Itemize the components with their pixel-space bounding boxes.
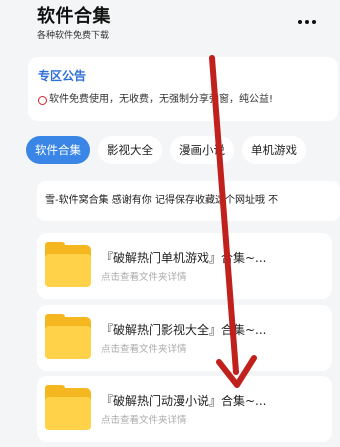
tab-single-player-games[interactable]: 单机游戏 [242, 136, 306, 164]
notice-text-row: 软件免费使用，无收费，无强制分享弹窗，纯公益! [38, 93, 328, 107]
folder-name: 『破解热门影视大全』合集~... [101, 323, 267, 337]
tab-software[interactable]: 软件合集 [26, 136, 90, 164]
marquee-banner: 雪-软件窝合集 感谢有你 记得保存收藏这个网址哦 不 [37, 181, 340, 221]
folder-item[interactable]: 『破解热门动漫小说』合集~... 点击查看文件夹详情 [37, 376, 332, 442]
folder-subtitle: 点击查看文件夹详情 [101, 415, 187, 426]
folder-icon [45, 314, 91, 359]
notice-text: 软件免费使用，无收费，无强制分享弹窗，纯公益! [49, 94, 274, 105]
page: 软件合集 各种软件免费下载 专区公告 软件免费使用，无收费，无强制分享弹窗，纯公… [0, 0, 340, 447]
folder-subtitle: 点击查看文件夹详情 [101, 272, 187, 283]
notice-card: 专区公告 软件免费使用，无收费，无强制分享弹窗，纯公益! [28, 57, 338, 121]
folder-name: 『破解热门单机游戏』合集~... [101, 251, 267, 265]
folder-item[interactable]: 『破解热门单机游戏』合集~... 点击查看文件夹详情 [37, 233, 332, 299]
folder-item[interactable]: 『破解热门影视大全』合集~... 点击查看文件夹详情 [37, 305, 332, 371]
folder-subtitle: 点击查看文件夹详情 [101, 344, 187, 355]
red-circle-icon [38, 95, 47, 105]
page-subtitle: 各种软件免费下载 [37, 31, 110, 41]
folder-name: 『破解热门动漫小说』合集~... [101, 394, 267, 408]
tab-comics-novels[interactable]: 漫画小说 [170, 136, 234, 164]
notice-title: 专区公告 [38, 69, 87, 83]
folder-icon [45, 385, 91, 430]
folder-icon [45, 242, 91, 287]
page-title: 软件合集 [37, 6, 111, 27]
more-horizontal-icon[interactable] [298, 20, 316, 24]
header: 软件合集 各种软件免费下载 [37, 6, 330, 46]
category-tabs: 软件合集 影视大全 漫画小说 单机游戏 [26, 136, 340, 166]
tab-movies[interactable]: 影视大全 [98, 136, 162, 164]
